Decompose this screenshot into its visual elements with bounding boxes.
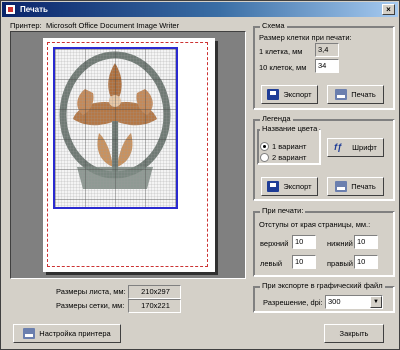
color-name-heading: Название цвета xyxy=(260,124,320,133)
close-button-label: Закрыть xyxy=(339,329,369,338)
right-margin-label: правый xyxy=(327,259,353,268)
left-margin-input[interactable]: 10 xyxy=(292,255,316,269)
resolution-select[interactable]: 300 ▼ xyxy=(325,295,383,309)
app-icon xyxy=(5,4,16,15)
ten-cells-label: 10 клеток, мм xyxy=(259,63,307,72)
print-settings-title: При печати: xyxy=(260,206,306,215)
scheme-export-button[interactable]: Экспорт xyxy=(261,85,318,104)
title-bar: Печать × xyxy=(2,2,398,17)
grid-size-value: 170x221 xyxy=(128,299,181,313)
bottom-margin-label: нижний xyxy=(327,239,353,248)
font-button[interactable]: fƒ Шрифт xyxy=(327,138,384,157)
font-button-label: Шрифт xyxy=(352,143,377,152)
bottom-margin-input[interactable]: 10 xyxy=(354,235,378,249)
close-window-button[interactable]: × xyxy=(382,4,395,15)
option1-radio[interactable] xyxy=(260,142,269,151)
option2-radio[interactable] xyxy=(260,153,269,162)
legend-print-label: Печать xyxy=(351,182,376,191)
print-preview xyxy=(10,31,246,279)
option1-label[interactable]: 1 вариант xyxy=(272,142,306,151)
export-icon xyxy=(267,181,280,192)
top-margin-label: верхний xyxy=(260,239,289,248)
print-dialog: Печать × Принтер: Microsoft Office Docum… xyxy=(0,0,400,350)
printer-name: Microsoft Office Document Image Writer xyxy=(46,21,180,30)
right-margin-input[interactable]: 10 xyxy=(354,255,378,269)
legend-print-button[interactable]: Печать xyxy=(327,177,384,196)
printer-label: Принтер: xyxy=(10,21,42,30)
one-cell-label: 1 клетка, мм xyxy=(259,47,303,56)
one-cell-value: 3,4 xyxy=(315,43,339,57)
top-margin-input[interactable]: 10 xyxy=(292,235,316,249)
preview-page xyxy=(43,38,215,272)
cell-size-heading: Размер клетки при печати: xyxy=(259,33,352,42)
scheme-export-label: Экспорт xyxy=(283,90,312,99)
printer-icon xyxy=(335,181,348,192)
legend-export-button[interactable]: Экспорт xyxy=(261,177,318,196)
scheme-print-button[interactable]: Печать xyxy=(327,85,384,104)
sheet-size-label: Размеры листа, мм: xyxy=(56,287,126,296)
scheme-group-title: Схема xyxy=(260,21,287,30)
close-button[interactable]: Закрыть xyxy=(324,324,384,343)
resolution-value: 300 xyxy=(328,297,341,306)
cross-stitch-pattern xyxy=(55,49,176,207)
printer-setup-button[interactable]: Настройка принтера xyxy=(13,324,121,343)
legend-group-title: Легенда xyxy=(260,114,293,123)
resolution-label: Разрешение, dpi: xyxy=(263,298,323,307)
scheme-print-label: Печать xyxy=(351,90,376,99)
chevron-down-icon[interactable]: ▼ xyxy=(370,296,382,308)
legend-export-label: Экспорт xyxy=(283,182,312,191)
printer-setup-icon xyxy=(23,328,36,339)
sheet-size-value: 210x297 xyxy=(128,285,181,299)
printer-icon xyxy=(335,89,348,100)
left-margin-label: левый xyxy=(260,259,283,268)
pattern-grid xyxy=(53,47,178,209)
option2-label[interactable]: 2 вариант xyxy=(272,153,306,162)
printer-setup-label: Настройка принтера xyxy=(39,329,111,338)
ten-cells-input[interactable]: 34 xyxy=(315,59,339,73)
export-settings-title: При экспорте в графический файл xyxy=(260,281,385,290)
window-title: Печать xyxy=(20,5,48,14)
margins-heading: Отступы от края страницы, мм.: xyxy=(259,220,371,229)
export-icon xyxy=(267,89,280,100)
font-icon: fƒ xyxy=(334,142,343,152)
grid-size-label: Размеры сетки, мм: xyxy=(56,301,125,310)
